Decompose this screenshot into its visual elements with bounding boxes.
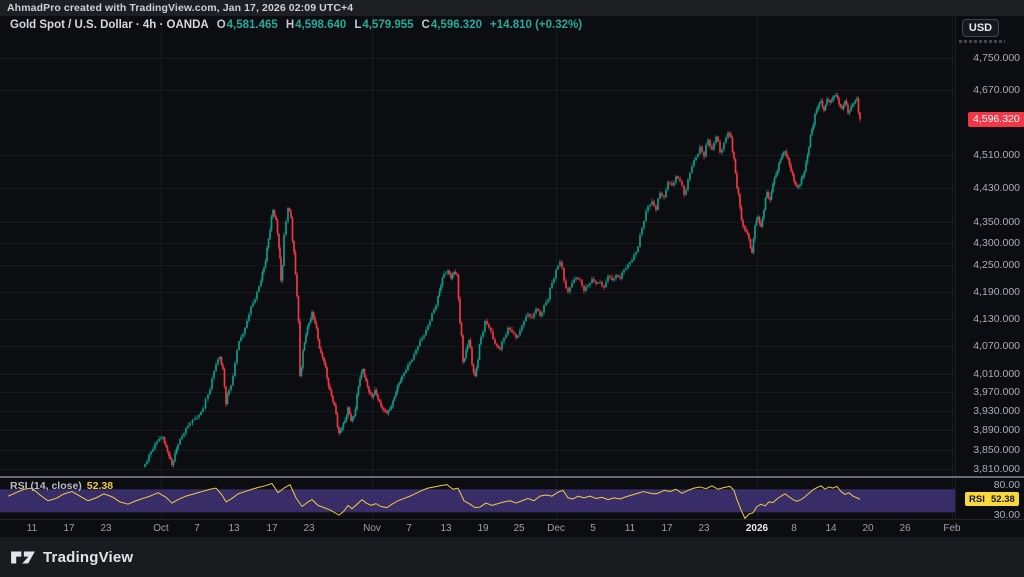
time-label: 25: [499, 523, 539, 534]
price-axis-label: 4,510.000: [973, 149, 1020, 161]
time-label: 17: [49, 523, 89, 534]
price-axis-label: 4,300.000: [973, 237, 1020, 249]
change-value: +14.810 (+0.32%): [490, 19, 582, 31]
time-label: 8: [774, 523, 814, 534]
price-axis-label: 4,670.000: [973, 84, 1020, 96]
time-label: 14: [811, 523, 851, 534]
symbol-title: Gold Spot / U.S. Dollar · 4h · OANDA: [10, 19, 209, 31]
time-label: 7: [177, 523, 217, 534]
time-label: 7: [389, 523, 429, 534]
price-axis-label: 3,930.000: [973, 405, 1020, 417]
time-label: Oct: [141, 523, 181, 534]
chart-canvas[interactable]: [0, 0, 1024, 577]
price-axis-label: 3,850.000: [973, 444, 1020, 456]
time-label: 11: [12, 523, 52, 534]
tradingview-snapshot: AhmadPro created with TradingView.com, J…: [0, 0, 1024, 577]
rsi-value: 52.38: [87, 480, 113, 492]
price-axis-label: 4,070.000: [973, 340, 1020, 352]
last-price-badge: 4,596.320: [968, 112, 1024, 127]
tradingview-logo-icon[interactable]: [10, 549, 36, 566]
price-axis[interactable]: 4,750.000 4,670.000 4,510.000 4,430.000 4,35…: [955, 16, 1024, 519]
price-axis-label: 4,190.000: [973, 286, 1020, 298]
time-label: 19: [463, 523, 503, 534]
ohlc-values: O4,581.465 H4,598.640 L4,579.955 C4,596.320: [217, 19, 482, 31]
symbol-legend[interactable]: Gold Spot / U.S. Dollar · 4h · OANDA O4,…: [10, 19, 582, 31]
time-label: 17: [647, 523, 687, 534]
time-label: 5: [573, 523, 613, 534]
rsi-badge-label: RSI: [965, 492, 989, 506]
time-label: 11: [610, 523, 650, 534]
rsi-value-badge: 52.38: [987, 492, 1019, 506]
time-label: 23: [684, 523, 724, 534]
time-label: Nov: [352, 523, 392, 534]
time-label: 26: [885, 523, 925, 534]
price-axis-label: 4,750.000: [973, 52, 1020, 64]
ohlc-item: C4,596.320: [422, 19, 482, 31]
time-label: 17: [252, 523, 292, 534]
pane-separator[interactable]: [0, 476, 1024, 478]
ohlc-item: O4,581.465: [217, 19, 278, 31]
price-axis-label: 4,350.000: [973, 216, 1020, 228]
price-axis-label: 3,970.000: [973, 386, 1020, 398]
attribution-bar: AhmadPro created with TradingView.com, J…: [0, 0, 1024, 16]
time-label: Feb: [932, 523, 972, 534]
rsi-legend[interactable]: RSI (14, close) 52.38: [10, 480, 113, 492]
time-label: 23: [289, 523, 329, 534]
attribution-text: AhmadPro created with TradingView.com, J…: [7, 2, 353, 14]
ohlc-item: L4,579.955: [354, 19, 413, 31]
time-label-year: 2026: [737, 523, 777, 534]
price-axis-label: 4,010.000: [973, 368, 1020, 380]
price-axis-label: 4,430.000: [973, 182, 1020, 194]
time-label: 23: [86, 523, 126, 534]
ohlc-item: H4,598.640: [286, 19, 346, 31]
time-axis[interactable]: 111723Oct7131723Nov7131925Dec51117232026…: [0, 520, 1024, 537]
tradingview-logo-text[interactable]: TradingView: [43, 549, 133, 566]
rsi-title: RSI (14, close): [10, 480, 82, 492]
time-label: Dec: [536, 523, 576, 534]
price-axis-label: 3,890.000: [973, 424, 1020, 436]
price-axis-label: 4,130.000: [973, 313, 1020, 325]
time-label: 13: [214, 523, 254, 534]
time-label: 13: [426, 523, 466, 534]
price-axis-label: 3,810.000: [973, 463, 1020, 475]
time-label: 20: [848, 523, 888, 534]
bottom-bar: TradingView: [0, 537, 1024, 577]
rsi-axis-label: 80.00: [994, 479, 1020, 491]
price-axis-label: 4,250.000: [973, 259, 1020, 271]
